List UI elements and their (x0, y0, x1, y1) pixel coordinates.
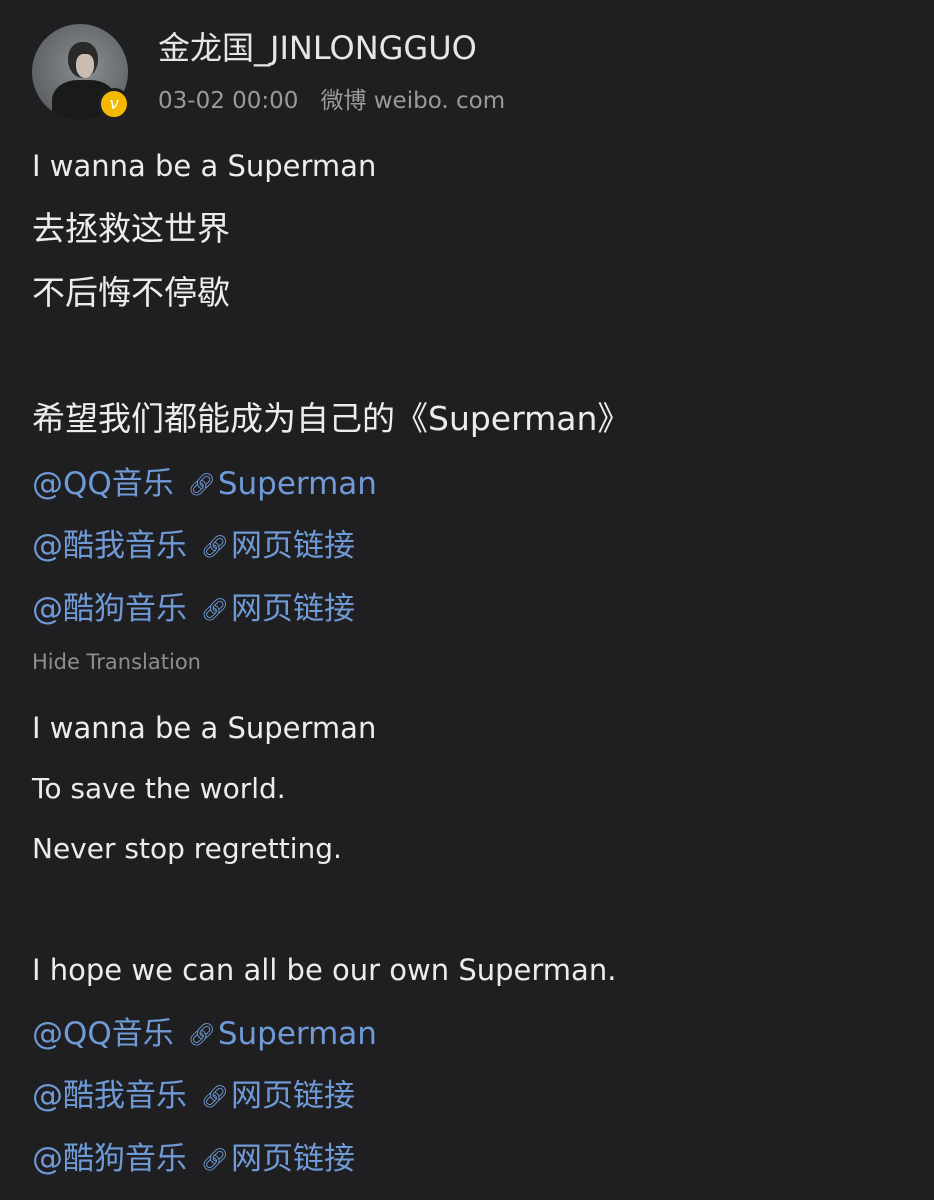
mention-link[interactable]: @酷我音乐 (32, 1078, 187, 1114)
mention-link[interactable]: @QQ音乐 (32, 466, 174, 502)
link-row: @酷狗音乐 🔗︎网页链接 (32, 587, 355, 633)
web-link[interactable]: 网页链接 (231, 528, 355, 564)
post-header: v 金龙国_JINLONGGUO 03-02 00:00 微博 weibo. co… (32, 24, 902, 134)
link-icon: 🔗︎ (187, 473, 216, 498)
web-link[interactable]: 网页链接 (231, 1078, 355, 1114)
translation-line: Never stop regretting. (32, 832, 342, 865)
link-icon: 🔗︎ (201, 535, 229, 560)
link-icon: 🔗︎ (201, 1148, 229, 1173)
post-line: 去拯救这世界 (32, 209, 230, 248)
link-row: @酷我音乐 🔗︎网页链接 (32, 1074, 355, 1120)
web-link[interactable]: Superman (218, 466, 377, 502)
post-source: 微博 weibo. com (320, 88, 506, 114)
web-link[interactable]: 网页链接 (231, 1141, 355, 1177)
link-icon: 🔗︎ (201, 598, 229, 623)
mention-link[interactable]: @酷我音乐 (32, 528, 187, 564)
translation-line: To save the world. (32, 772, 286, 805)
translation-line: I wanna be a Superman (32, 711, 377, 745)
link-row: @酷我音乐 🔗︎网页链接 (32, 524, 355, 570)
post-timestamp: 03-02 00:00 (158, 88, 299, 114)
avatar-figure-face (76, 54, 94, 78)
link-row: @QQ音乐 🔗︎Superman (32, 1012, 377, 1058)
link-row: @酷狗音乐 🔗︎网页链接 (32, 1137, 355, 1183)
post-meta: 03-02 00:00 微博 weibo. com (158, 84, 505, 118)
link-icon: 🔗︎ (187, 1023, 216, 1048)
username[interactable]: 金龙国_JINLONGGUO (158, 26, 477, 70)
link-row: @QQ音乐 🔗︎Superman (32, 462, 377, 508)
web-link[interactable]: 网页链接 (231, 591, 355, 627)
post-line: 希望我们都能成为自己的《Superman》 (32, 399, 631, 438)
mention-link[interactable]: @酷狗音乐 (32, 591, 187, 627)
mention-link[interactable]: @QQ音乐 (32, 1016, 174, 1052)
translation-line: I hope we can all be our own Superman. (32, 953, 617, 987)
post-line: 不后悔不停歇 (32, 273, 230, 312)
mention-link[interactable]: @酷狗音乐 (32, 1141, 187, 1177)
hide-translation-button[interactable]: Hide Translation (32, 647, 201, 677)
post-line: I wanna be a Superman (32, 149, 377, 183)
web-link[interactable]: Superman (218, 1016, 377, 1052)
link-icon: 🔗︎ (201, 1085, 229, 1110)
verified-badge-icon: v (98, 88, 130, 120)
